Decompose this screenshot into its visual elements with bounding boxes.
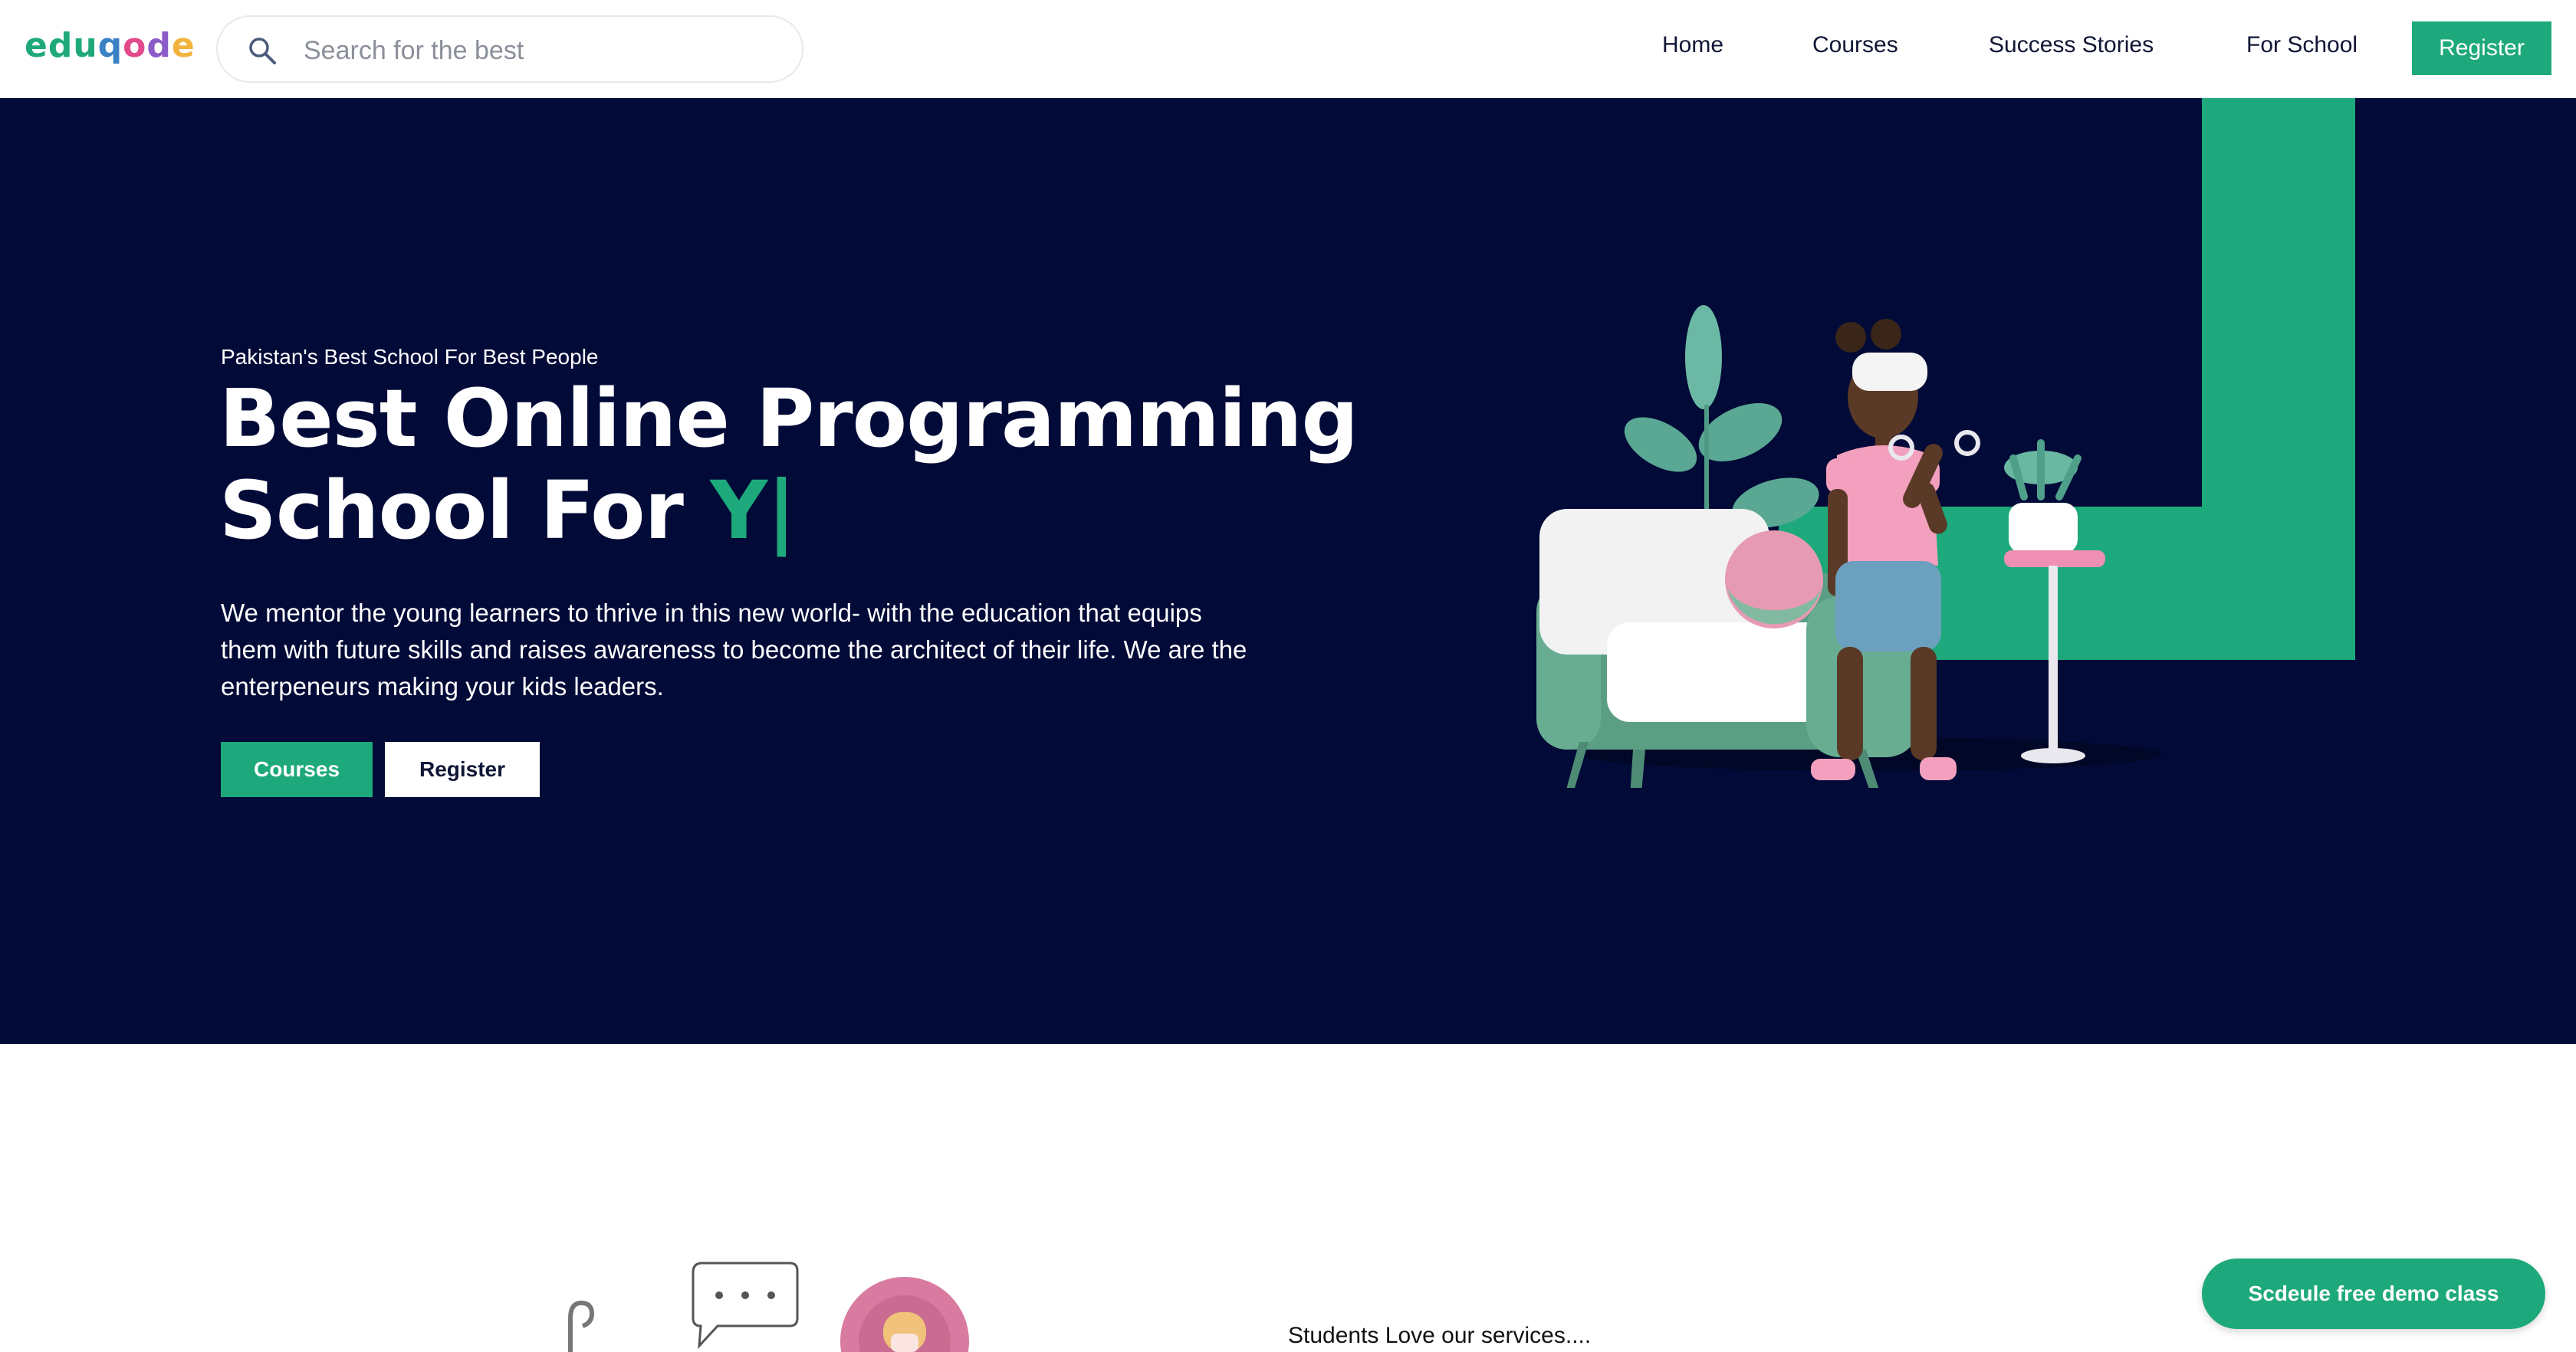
logo-letter: u: [73, 26, 98, 65]
search-input[interactable]: [304, 31, 779, 71]
hero-register-button[interactable]: Register: [385, 742, 540, 797]
hero-section: Pakistan's Best School For Best People B…: [0, 98, 2576, 1044]
hero-illustration: [1536, 98, 2355, 788]
services-illustration: [568, 1262, 969, 1352]
nav-for-school[interactable]: For School: [2246, 32, 2358, 58]
schedule-demo-button[interactable]: Scdeule free demo class: [2202, 1258, 2545, 1329]
hero-title-line2: School For: [219, 464, 711, 557]
hero-description: We mentor the young learners to thrive i…: [221, 599, 1247, 701]
nav-success-stories[interactable]: Success Stories: [1989, 32, 2154, 58]
hero-title: Best Online Programming School For Y|: [219, 372, 1369, 556]
nav-courses[interactable]: Courses: [1812, 32, 1898, 58]
search-bar: [216, 15, 803, 83]
nav-register-button[interactable]: Register: [2412, 21, 2551, 75]
logo-letter: e: [25, 26, 48, 65]
logo-letter: d: [48, 26, 74, 65]
hero-title-typed: Y|: [710, 464, 796, 557]
hero-courses-button[interactable]: Courses: [221, 742, 373, 797]
hero-tagline: Pakistan's Best School For Best People: [221, 345, 599, 369]
hero-title-line1: Best Online Programming: [219, 372, 1359, 465]
eduqode-logo[interactable]: e d u q o d e: [25, 26, 196, 65]
navbar: e d u q o d e Home Courses Success Stori…: [0, 0, 2576, 98]
logo-letter: d: [146, 26, 172, 65]
nav-home[interactable]: Home: [1662, 32, 1723, 58]
logo-letter: o: [123, 26, 147, 65]
logo-letter: e: [171, 26, 196, 65]
services-caption: Students Love our services....: [1288, 1323, 1592, 1348]
logo-letter: q: [97, 26, 123, 65]
search-icon[interactable]: [247, 35, 278, 66]
